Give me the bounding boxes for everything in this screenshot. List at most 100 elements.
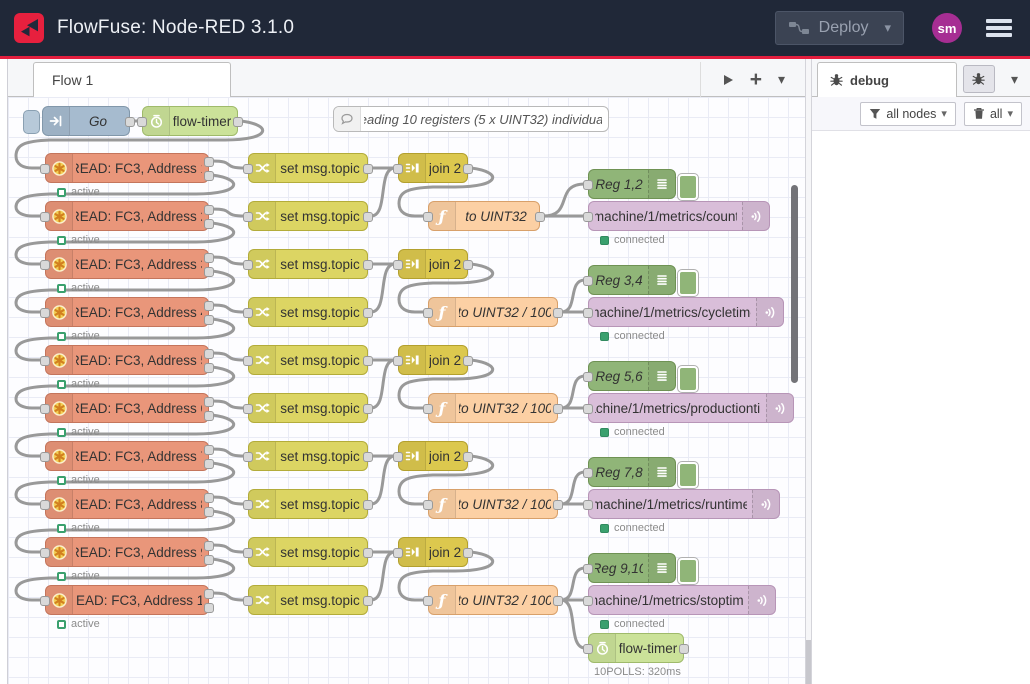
output-port[interactable] [463, 260, 473, 270]
input-port[interactable] [40, 548, 50, 558]
node-mqtt5[interactable]: machine/1/metrics/stoptime [588, 585, 776, 615]
node-reg5[interactable]: Reg 9,10 [588, 553, 676, 583]
node-read9[interactable]: READ: FC3, Address 9 [45, 537, 209, 567]
debug-panel-button[interactable] [963, 65, 995, 93]
node-func3[interactable]: ƒto UINT32 / 100 [428, 393, 558, 423]
output-port[interactable] [204, 219, 214, 229]
input-port[interactable] [40, 164, 50, 174]
sidebar-splitter[interactable] [805, 59, 812, 684]
node-mqtt1[interactable]: machine/1/metrics/count [588, 201, 770, 231]
hamburger-menu-icon[interactable] [986, 16, 1012, 40]
input-port[interactable] [40, 212, 50, 222]
output-port[interactable] [204, 541, 214, 551]
input-port[interactable] [423, 500, 433, 510]
inject-button[interactable] [24, 111, 39, 133]
input-port[interactable] [423, 212, 433, 222]
node-join1[interactable]: join 2 [398, 153, 468, 183]
output-port[interactable] [204, 157, 214, 167]
node-set8[interactable]: set msg.topic [248, 489, 368, 519]
filter-nodes-button[interactable]: all nodes ▾ [860, 102, 956, 126]
node-read7[interactable]: READ: FC3, Address 7 [45, 441, 209, 471]
node-read1[interactable]: READ: FC3, Address 1 [45, 153, 209, 183]
clear-messages-button[interactable]: all ▾ [964, 102, 1022, 126]
output-port[interactable] [204, 267, 214, 277]
output-port[interactable] [363, 404, 373, 414]
output-port[interactable] [363, 548, 373, 558]
node-comment1[interactable]: Reading 10 registers (5 x UINT32) indivi… [333, 106, 609, 132]
flow-canvas[interactable]: Go flow-timer Reading 10 registers (5 x UI… [8, 97, 805, 684]
node-reg2[interactable]: Reg 3,4 [588, 265, 676, 295]
output-port[interactable] [204, 459, 214, 469]
output-port[interactable] [204, 507, 214, 517]
debug-toggle-button[interactable] [678, 174, 698, 200]
node-set7[interactable]: set msg.topic [248, 441, 368, 471]
output-port[interactable] [363, 500, 373, 510]
node-read6[interactable]: READ: FC3, Address 6 [45, 393, 209, 423]
output-port[interactable] [679, 644, 689, 654]
node-inject-go[interactable]: Go [42, 106, 130, 136]
output-port[interactable] [363, 356, 373, 366]
input-port[interactable] [40, 356, 50, 366]
output-port[interactable] [363, 452, 373, 462]
node-join5[interactable]: join 2 [398, 537, 468, 567]
input-port[interactable] [40, 452, 50, 462]
output-port[interactable] [204, 603, 214, 613]
node-read10[interactable]: READ: FC3, Address 10 [45, 585, 209, 615]
debug-toggle-button[interactable] [678, 366, 698, 392]
node-set4[interactable]: set msg.topic [248, 297, 368, 327]
input-port[interactable] [583, 468, 593, 478]
debug-toggle-button[interactable] [678, 462, 698, 488]
input-port[interactable] [583, 564, 593, 574]
node-join2[interactable]: join 2 [398, 249, 468, 279]
node-set10[interactable]: set msg.topic [248, 585, 368, 615]
node-reg3[interactable]: Reg 5,6 [588, 361, 676, 391]
input-port[interactable] [243, 356, 253, 366]
input-port[interactable] [423, 596, 433, 606]
node-set6[interactable]: set msg.topic [248, 393, 368, 423]
input-port[interactable] [393, 164, 403, 174]
node-set2[interactable]: set msg.topic [248, 201, 368, 231]
input-port[interactable] [40, 308, 50, 318]
flow-list-caret-icon[interactable]: ▾ [778, 71, 785, 88]
node-set3[interactable]: set msg.topic [248, 249, 368, 279]
input-port[interactable] [243, 164, 253, 174]
node-join4[interactable]: join 2 [398, 441, 468, 471]
input-port[interactable] [40, 500, 50, 510]
input-port[interactable] [243, 260, 253, 270]
node-ft-top[interactable]: flow-timer [142, 106, 238, 136]
node-reg1[interactable]: Reg 1,2 [588, 169, 676, 199]
input-port[interactable] [243, 548, 253, 558]
node-func5[interactable]: ƒto UINT32 / 100 [428, 585, 558, 615]
node-join3[interactable]: join 2 [398, 345, 468, 375]
output-port[interactable] [204, 349, 214, 359]
input-port[interactable] [393, 452, 403, 462]
input-port[interactable] [40, 260, 50, 270]
node-func4[interactable]: ƒto UINT32 / 100 [428, 489, 558, 519]
input-port[interactable] [583, 500, 593, 510]
output-port[interactable] [535, 212, 545, 222]
input-port[interactable] [583, 404, 593, 414]
input-port[interactable] [393, 260, 403, 270]
node-func1[interactable]: ƒto UINT32 [428, 201, 540, 231]
input-port[interactable] [583, 308, 593, 318]
input-port[interactable] [137, 117, 147, 127]
deploy-button[interactable]: Deploy ▾ [775, 11, 904, 45]
input-port[interactable] [423, 308, 433, 318]
output-port[interactable] [363, 212, 373, 222]
debug-toggle-button[interactable] [678, 558, 698, 584]
input-port[interactable] [583, 180, 593, 190]
node-mqtt4[interactable]: machine/1/metrics/runtime [588, 489, 780, 519]
node-read8[interactable]: READ: FC3, Address 8 [45, 489, 209, 519]
input-port[interactable] [393, 548, 403, 558]
output-port[interactable] [204, 205, 214, 215]
output-port[interactable] [204, 253, 214, 263]
output-port[interactable] [204, 589, 214, 599]
input-port[interactable] [583, 212, 593, 222]
run-flows-icon[interactable] [723, 74, 734, 86]
input-port[interactable] [40, 404, 50, 414]
node-set1[interactable]: set msg.topic [248, 153, 368, 183]
input-port[interactable] [243, 212, 253, 222]
input-port[interactable] [243, 500, 253, 510]
tab-flow-1[interactable]: Flow 1 [33, 62, 231, 97]
output-port[interactable] [204, 555, 214, 565]
